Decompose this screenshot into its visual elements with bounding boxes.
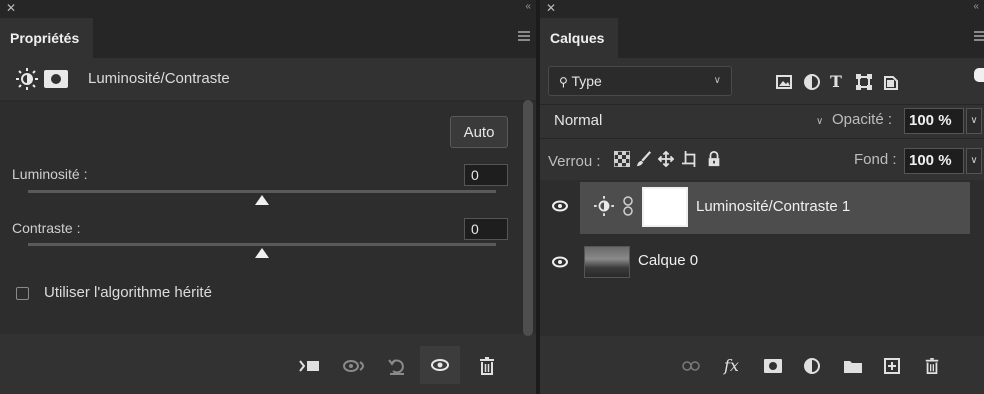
filter-type-select[interactable]: ⚲ Type ∨ bbox=[548, 66, 732, 96]
lock-fill-row: Verrou : Fond: 100 % ∨ bbox=[540, 138, 984, 179]
brightness-value-field[interactable]: 0 bbox=[464, 164, 508, 186]
contrast-slider-track[interactable] bbox=[28, 243, 496, 246]
pixel-filter-icon[interactable] bbox=[776, 74, 792, 90]
blend-mode-select[interactable]: Normal bbox=[546, 107, 834, 135]
lock-artboard-icon[interactable] bbox=[682, 151, 698, 167]
shape-filter-icon[interactable] bbox=[856, 74, 872, 90]
lock-label: Verrou : bbox=[548, 153, 601, 170]
chevron-down-icon: ∨ bbox=[816, 116, 824, 127]
opacity-dropdown-icon[interactable]: ∨ bbox=[966, 108, 982, 134]
reset-icon bbox=[388, 359, 404, 375]
filter-type-value: Type bbox=[571, 73, 602, 89]
filter-toggle-switch[interactable] bbox=[974, 68, 984, 82]
new-adjustment-layer-icon[interactable] bbox=[804, 358, 820, 374]
layer-row-adjustment[interactable]: Luminosité/Contraste 1 bbox=[540, 182, 984, 234]
properties-header: Luminosité/Contraste bbox=[0, 58, 536, 102]
lock-transparency-icon[interactable] bbox=[614, 151, 630, 167]
smart-object-filter-icon[interactable] bbox=[884, 74, 898, 90]
fx-layer-style-icon[interactable]: fx bbox=[724, 358, 739, 374]
properties-scrollbar[interactable] bbox=[523, 100, 533, 336]
add-mask-icon[interactable] bbox=[764, 358, 782, 374]
view-previous-state-button[interactable] bbox=[342, 354, 368, 378]
lock-all-icon[interactable] bbox=[706, 151, 722, 167]
tab-bar: Calques bbox=[540, 18, 984, 58]
auto-button[interactable]: Auto bbox=[450, 116, 508, 148]
layer-name[interactable]: Calque 0 bbox=[638, 252, 698, 269]
adjustment-title: Luminosité/Contraste bbox=[88, 70, 230, 87]
brightness-contrast-icon bbox=[16, 68, 38, 90]
properties-body: Auto Luminosité : 0 Contraste : 0 Utilis… bbox=[0, 102, 536, 334]
link-layers-icon[interactable] bbox=[682, 358, 700, 374]
fill-label: Fond : bbox=[854, 151, 897, 168]
blend-opacity-row: Normal ∨ Opacité : 100 % ∨ bbox=[540, 104, 984, 137]
adjustment-filter-icon[interactable] bbox=[804, 74, 820, 90]
layer-list: Luminosité/Contraste 1 Calque 0 bbox=[540, 180, 984, 336]
layer-filter-row: ⚲ Type ∨ T bbox=[540, 58, 984, 102]
link-chain-icon[interactable] bbox=[622, 196, 634, 216]
contrast-slider-thumb[interactable] bbox=[255, 248, 269, 258]
new-layer-icon[interactable] bbox=[884, 358, 900, 374]
layer-image-thumbnail[interactable] bbox=[584, 246, 630, 278]
panel-menu-icon[interactable] bbox=[974, 31, 984, 43]
layer-name[interactable]: Luminosité/Contraste 1 bbox=[696, 198, 850, 215]
lock-pixels-brush-icon[interactable] bbox=[636, 151, 652, 167]
collapse-icon[interactable]: ‹‹ bbox=[973, 1, 979, 12]
fill-field[interactable]: 100 % bbox=[904, 148, 964, 174]
collapse-icon[interactable]: ‹‹ bbox=[525, 1, 531, 12]
properties-panel: ✕ ‹‹ Propriétés Luminosité/Contraste Aut… bbox=[0, 0, 536, 394]
type-filter-icon[interactable]: T bbox=[830, 74, 842, 90]
opacity-field[interactable]: 100 % bbox=[904, 108, 964, 134]
clip-to-layer-button[interactable] bbox=[296, 354, 322, 378]
brightness-slider-thumb[interactable] bbox=[255, 195, 269, 205]
brightness-slider-track[interactable] bbox=[28, 190, 496, 193]
properties-footer bbox=[0, 336, 536, 394]
panel-top-strip: ✕ ‹‹ bbox=[540, 0, 984, 18]
lock-position-move-icon[interactable] bbox=[658, 151, 674, 167]
reset-button[interactable] bbox=[384, 354, 410, 378]
new-group-folder-icon[interactable] bbox=[844, 358, 862, 374]
trash-icon bbox=[480, 357, 494, 375]
delete-layer-trash-icon[interactable] bbox=[924, 358, 940, 374]
close-panel-icon[interactable]: ✕ bbox=[546, 1, 556, 15]
opacity-label: Opacité : bbox=[832, 111, 893, 128]
close-panel-icon[interactable]: ✕ bbox=[6, 1, 16, 15]
legacy-algorithm-checkbox[interactable] bbox=[16, 287, 29, 300]
clip-to-layer-icon bbox=[299, 360, 319, 372]
brightness-label: Luminosité : bbox=[12, 166, 88, 182]
legacy-algorithm-label: Utiliser l'algorithme hérité bbox=[44, 284, 212, 301]
brightness-contrast-icon bbox=[594, 196, 614, 216]
eye-icon bbox=[431, 359, 449, 371]
contrast-label: Contraste : bbox=[12, 220, 81, 236]
contrast-value-field[interactable]: 0 bbox=[464, 218, 508, 240]
fill-dropdown-icon[interactable]: ∨ bbox=[966, 148, 982, 174]
view-previous-state-icon bbox=[343, 360, 364, 372]
layer-visibility-eye-icon[interactable] bbox=[552, 200, 568, 212]
panel-top-strip: ✕ ‹‹ bbox=[0, 0, 536, 18]
layer-mask-icon[interactable] bbox=[44, 70, 68, 88]
tab-bar: Propriétés bbox=[0, 18, 536, 58]
layer-visibility-eye-icon[interactable] bbox=[552, 256, 568, 268]
layer-row-image[interactable]: Calque 0 bbox=[540, 238, 984, 286]
layers-footer: fx bbox=[540, 336, 984, 394]
tab-layers[interactable]: Calques bbox=[540, 18, 619, 58]
tab-properties[interactable]: Propriétés bbox=[0, 18, 94, 58]
search-icon: ⚲ bbox=[559, 75, 568, 89]
chevron-down-icon: ∨ bbox=[713, 75, 721, 86]
panel-menu-icon[interactable] bbox=[518, 31, 530, 43]
layers-panel: ✕ ‹‹ Calques ⚲ Type ∨ T Normal ∨ Opacité… bbox=[540, 0, 984, 394]
toggle-visibility-button[interactable] bbox=[420, 346, 460, 384]
delete-adjustment-button[interactable] bbox=[474, 354, 500, 378]
layer-mask-thumbnail[interactable] bbox=[642, 187, 688, 227]
